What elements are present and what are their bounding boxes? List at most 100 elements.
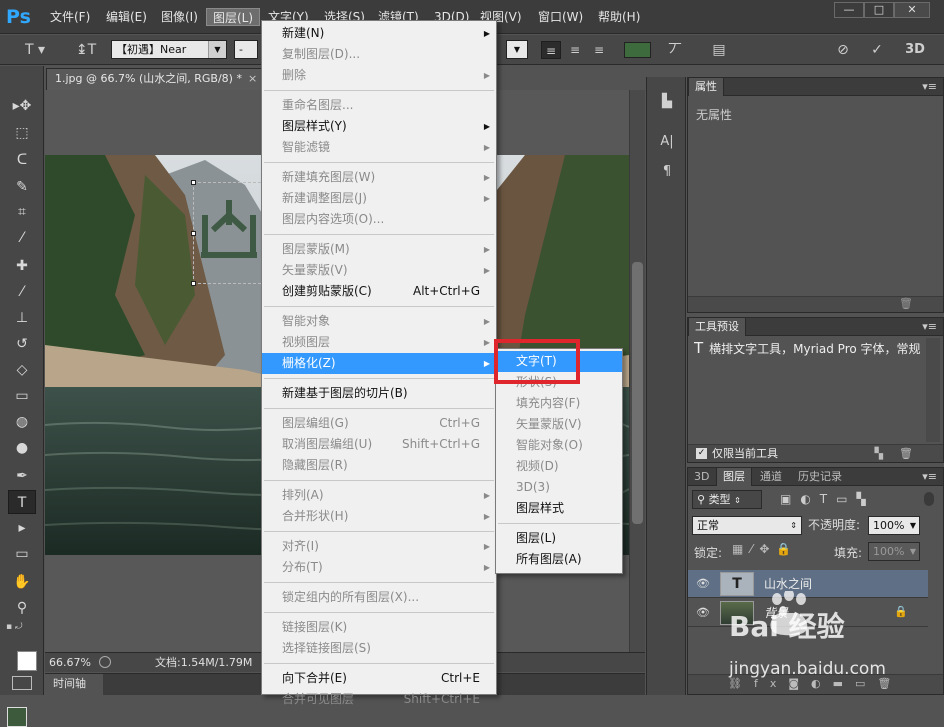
menu-item[interactable]: 图层样式 [496,498,622,519]
tab-channels[interactable]: 通道 [754,468,788,486]
commit-icon[interactable]: ✓ [866,40,888,60]
paragraph-panel-icon[interactable]: ¶ [655,161,679,183]
menu-item[interactable]: 图层编组(G) Ctrl+G [262,413,496,434]
menu-file[interactable]: 文件(F) [44,8,96,26]
foreground-color[interactable] [7,707,27,727]
layer-filter-icons[interactable]: ▣◐T▭▚ [780,490,920,509]
menu-item[interactable]: 图层蒙版(M) ▶ [262,239,496,260]
menu-item[interactable]: 取消图层编组(U) Shift+Ctrl+G [262,434,496,455]
blend-mode-select[interactable]: 正常 ⇕ [692,516,802,535]
marquee-tool-icon[interactable]: ⬚ [8,121,36,145]
gradient-tool-icon[interactable]: ▭ [8,384,36,408]
stamp-tool-icon[interactable]: ⊥ [8,306,36,330]
character-panel-icon[interactable]: A| [655,131,679,153]
menu-item[interactable]: 复制图层(D)... [262,44,496,65]
tab-3d[interactable]: 3D [688,468,715,486]
warp-text-icon[interactable]: 丆 [664,40,686,60]
crop-tool-icon[interactable]: ⌗ [8,200,36,224]
maximize-button[interactable]: □ [864,2,894,18]
eye-icon[interactable]: 👁 [696,606,710,620]
preset-scrollbar[interactable] [926,338,940,442]
menu-item[interactable]: 填充内容(F) [496,393,622,414]
text-orientation-icon[interactable]: ↨T [74,40,98,60]
menu-item[interactable]: 对齐(I) ▶ [262,536,496,557]
eyedropper-tool-icon[interactable]: ⁄ [8,226,36,250]
document-tab[interactable]: 1.jpg @ 66.7% (山水之间, RGB/8) * × [46,68,274,90]
font-style-select[interactable]: - [234,40,258,59]
eye-icon[interactable]: 👁 [696,577,710,591]
panel-menu-icon[interactable]: ▾≡ [922,318,937,335]
history-panel-icon[interactable]: ▙ [655,91,679,113]
share-icon[interactable] [99,656,111,668]
menu-item[interactable]: 排列(A) ▶ [262,485,496,506]
menu-item[interactable]: 图层样式(Y) ▶ [262,116,496,137]
menu-item[interactable]: 新建(N) ▶ [262,23,496,44]
menu-help[interactable]: 帮助(H) [592,8,646,26]
panel-menu-icon[interactable]: ▾≡ [922,78,937,95]
close-icon[interactable]: × [248,72,257,85]
3d-button[interactable]: 3D [902,40,928,60]
menu-edit[interactable]: 编辑(E) [100,8,153,26]
fill-input[interactable]: 100% ▼ [868,542,920,561]
menu-item[interactable]: 创建剪贴蒙版(C) Alt+Ctrl+G [262,281,496,302]
healing-brush-tool-icon[interactable]: ✚ [8,254,36,278]
menu-item[interactable]: 所有图层(A) [496,549,622,570]
swap-colors-icon[interactable]: ▪ ⤾ [6,622,40,636]
align-left-icon[interactable]: ≡ [541,41,561,59]
type-tool-preset-icon[interactable]: T ▾ [20,40,50,60]
menu-item[interactable]: 视频(D) [496,456,622,477]
menu-item[interactable]: 智能对象(O) [496,435,622,456]
text-color-swatch[interactable] [624,42,651,58]
menu-item[interactable]: 链接图层(K) [262,617,496,638]
menu-item[interactable]: 选择链接图层(S) [262,638,496,659]
tool-preset-item[interactable]: T 横排文字工具，Myriad Pro 字体，常规 [694,338,922,358]
menu-item[interactable]: 合并可见图层 Shift+Ctrl+E [262,689,496,710]
trash-icon[interactable]: 🗑 [899,297,913,310]
menu-item[interactable]: 锁定组内的所有图层(X)... [262,587,496,608]
quick-mask-icon[interactable] [12,676,32,690]
pen-tool-icon[interactable]: ✒ [8,464,36,488]
character-panel-icon[interactable]: ▤ [708,40,730,60]
lasso-tool-icon[interactable]: ᑕ [8,148,36,172]
close-window-button[interactable]: ✕ [894,2,930,18]
dodge-tool-icon[interactable]: ● [8,436,36,460]
filter-toggle[interactable] [924,492,934,506]
brush-tool-icon[interactable]: ⁄ [8,280,36,304]
layer-filter-select[interactable]: ⚲ 类型 ⇕ [692,490,762,509]
menu-image[interactable]: 图像(I) [155,8,204,26]
transform-bounding-box[interactable] [191,180,268,286]
background-color[interactable] [17,651,37,671]
path-select-tool-icon[interactable]: ▸ [8,516,36,540]
align-right-icon[interactable]: ≡ [589,41,609,59]
trash-icon[interactable]: 🗑 [899,445,913,463]
zoom-level[interactable]: 66.67% [49,653,91,672]
hand-tool-icon[interactable]: ✋ [8,570,36,594]
tab-tool-presets[interactable]: 工具预设 [688,318,746,336]
menu-item[interactable]: 矢量蒙版(V) [496,414,622,435]
menu-item[interactable]: 重命名图层... [262,95,496,116]
menu-item[interactable]: 矢量蒙版(V) ▶ [262,260,496,281]
type-tool-icon[interactable]: T [8,490,36,514]
panel-menu-icon[interactable]: ▾≡ [922,468,937,485]
menu-item[interactable]: 合并形状(H) ▶ [262,506,496,527]
menu-item[interactable]: 3D(3) [496,477,622,498]
menu-item[interactable]: 智能对象 ▶ [262,311,496,332]
tab-layers[interactable]: 图层 [716,468,752,486]
rectangle-tool-icon[interactable]: ▭ [8,542,36,566]
menu-item[interactable]: 图层内容选项(O)... [262,209,496,230]
move-tool-icon[interactable]: ▸✥ [8,94,36,118]
vertical-scrollbar[interactable] [629,90,645,652]
zoom-tool-icon[interactable]: ⚲ [8,596,36,620]
timeline-tab[interactable]: 时间轴 [45,674,103,696]
tab-properties[interactable]: 属性 [688,78,724,96]
menu-item[interactable]: 分布(T) ▶ [262,557,496,578]
menu-item[interactable]: 图层(L) [496,528,622,549]
menu-item[interactable]: 新建填充图层(W) ▶ [262,167,496,188]
menu-item[interactable]: 视频图层 ▶ [262,332,496,353]
history-brush-tool-icon[interactable]: ↺ [8,332,36,356]
minimize-button[interactable]: — [834,2,864,18]
menu-window[interactable]: 窗口(W) [532,8,589,26]
quick-select-tool-icon[interactable]: ✎ [8,175,36,199]
opacity-input[interactable]: 100% ▼ [868,516,920,535]
menu-item[interactable]: 隐藏图层(R) [262,455,496,476]
